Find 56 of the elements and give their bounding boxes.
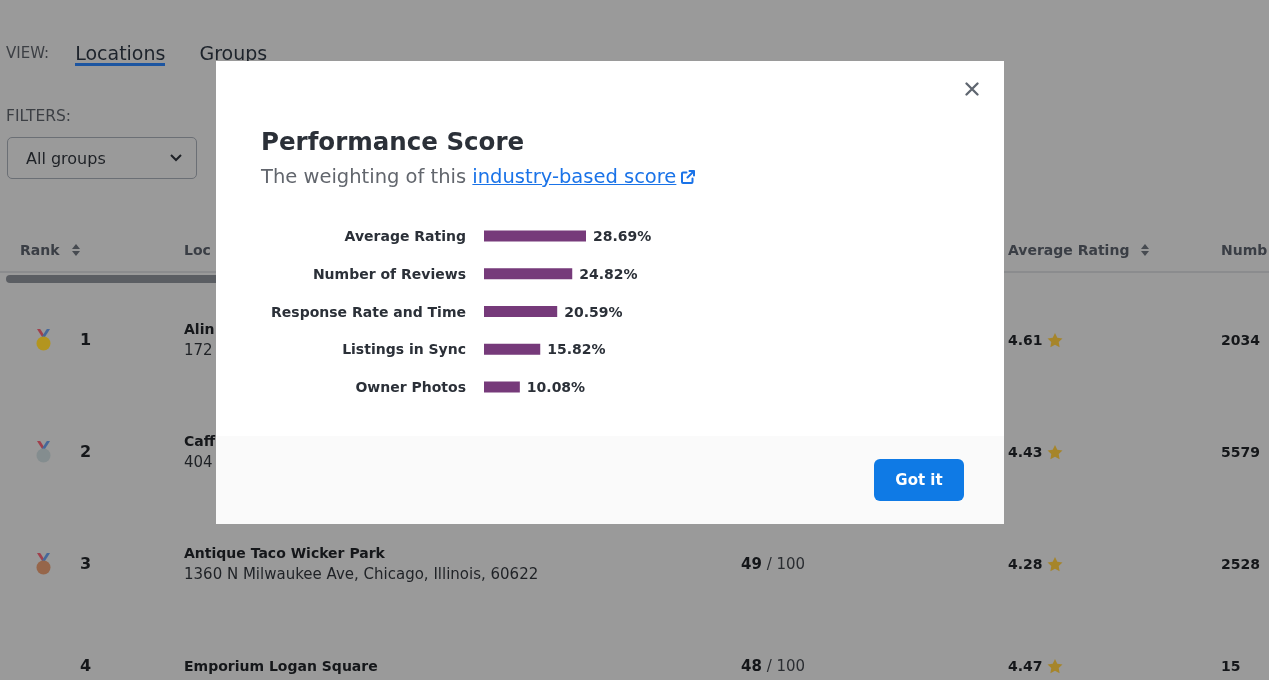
- column-header: Loc: [184, 241, 211, 258]
- column-header[interactable]: Average Rating: [1008, 241, 1150, 258]
- view-tab[interactable]: Locations: [75, 44, 166, 66]
- bar-label: Listings in Sync: [342, 341, 466, 358]
- bar-value-label: 15.82%: [547, 341, 606, 358]
- star-icon: [1046, 556, 1063, 572]
- star-icon: [1046, 444, 1063, 460]
- count-text: 5579: [1221, 444, 1260, 460]
- view-tab[interactable]: Groups: [199, 44, 268, 62]
- column-header: Numb: [1221, 241, 1268, 258]
- count-text: 2034: [1221, 332, 1260, 348]
- bar-label: Response Rate and Time: [271, 303, 466, 320]
- location-address: 404: [184, 452, 213, 473]
- bar-label: Average Rating: [344, 228, 466, 244]
- weight-bar: [484, 381, 520, 393]
- star-icon: [1046, 658, 1063, 674]
- bar-value-label: 10.08%: [526, 379, 586, 395]
- rating-value: 4.61: [1008, 331, 1043, 350]
- rating-value: 4.43: [1008, 443, 1043, 462]
- chevron-down-icon: [170, 154, 182, 162]
- bar-value-label: 20.59%: [564, 303, 623, 320]
- sort-icon: [1141, 243, 1150, 256]
- filters-label: FILTERS:: [6, 106, 72, 126]
- bar-value-label: 28.69%: [593, 228, 652, 244]
- star-icon: [1046, 332, 1063, 348]
- bar-label: Number of Reviews: [312, 265, 466, 282]
- group-select[interactable]: All groups: [7, 137, 197, 179]
- view-label: VIEW:: [6, 43, 50, 64]
- weight-bar: [484, 343, 541, 355]
- bar-value-label: 24.82%: [579, 265, 638, 282]
- got-it-button[interactable]: Got it: [874, 459, 964, 501]
- location-name: Caff: [184, 432, 216, 451]
- dialog-subtitle: The weighting of this industry-based score: [261, 165, 696, 189]
- rank-number: 3: [80, 554, 92, 574]
- rank-number: 1: [80, 330, 92, 350]
- rating-value: 4.47: [1008, 657, 1043, 676]
- dialog-title: Performance Score: [261, 126, 525, 158]
- score-text: 49 / 100: [741, 555, 806, 573]
- external-link-icon: [681, 170, 696, 184]
- industry-score-link[interactable]: industry-based score: [472, 165, 696, 188]
- location-name: Alin: [184, 320, 215, 339]
- close-icon: [965, 82, 979, 96]
- sort-icon: [71, 243, 80, 256]
- location-name: Antique Taco Wicker Park: [184, 544, 385, 563]
- column-header[interactable]: Rank: [20, 241, 80, 258]
- location-address: 1360 N Milwaukee Ave, Chicago, Illinois, 60622: [184, 564, 539, 585]
- score-text: 48 / 100: [741, 657, 806, 675]
- rating-value: 4.28: [1008, 555, 1043, 574]
- count-text: 2528: [1221, 556, 1260, 572]
- rank-number: 4: [80, 656, 92, 676]
- rank-number: 2: [80, 442, 92, 462]
- count-text: 15: [1221, 658, 1241, 674]
- location-name: Emporium Logan Square: [184, 657, 378, 676]
- horizontal-scrollbar[interactable]: [6, 275, 216, 283]
- location-address: 172: [184, 340, 213, 361]
- bar-label: Owner Photos: [355, 379, 466, 395]
